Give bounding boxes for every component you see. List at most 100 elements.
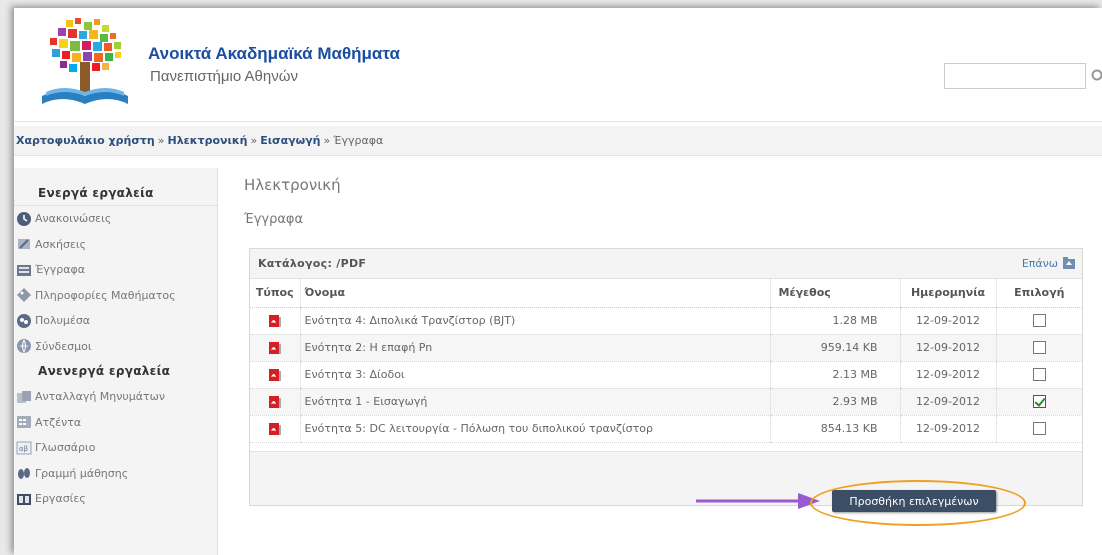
inactive-tools-heading: Ανενεργά εργαλεία <box>38 364 171 378</box>
select-checkbox[interactable] <box>1032 368 1046 382</box>
pdf-icon <box>268 314 281 327</box>
glossary-icon: αβ <box>16 441 32 455</box>
learning-path-icon <box>18 468 30 480</box>
file-type-cell <box>250 307 300 335</box>
up-link-label: Επάνω <box>1021 256 1058 270</box>
sidebar-item-label: Ασκήσεις <box>35 237 87 251</box>
sidebar-item-label: Εργασίες <box>35 492 86 505</box>
highlight-ring <box>810 480 1026 526</box>
select-checkbox-checked[interactable] <box>1032 395 1046 409</box>
file-date: 12-09-2012 <box>899 415 996 443</box>
table-row: Ενότητα 2: Η επαφή Pn 959.14 KB 12-09-20… <box>250 334 1082 362</box>
file-type-cell <box>250 388 300 416</box>
breadcrumb-course[interactable]: Ηλεκτρονική <box>167 134 247 147</box>
column-header-size[interactable]: Μέγεθος <box>769 279 900 308</box>
assignments-icon <box>17 493 31 505</box>
table-row: Ενότητα 5: DC λειτουργία - Πόλωση του δι… <box>250 415 1082 443</box>
file-name-link[interactable]: Ενότητα 3: Δίοδοι <box>299 361 770 389</box>
sidebar-item-glossary[interactable]: αβ Γλωσσάριο <box>14 435 217 461</box>
table-header-row: Τύπος Όνομα Μέγεθος Ημερομηνία Επιλογή <box>250 279 1082 308</box>
documents-icon <box>17 264 31 276</box>
breadcrumb-separator: » <box>323 134 331 147</box>
pdf-icon <box>268 368 281 381</box>
site-title[interactable]: Ανοικτά Ακαδημαϊκά Μαθήματα <box>148 44 400 64</box>
sidebar: Ενεργά εργαλεία Ανακοινώσεις Ασκήσεις Έγ… <box>14 168 218 555</box>
breadcrumb-separator: » <box>157 134 165 147</box>
select-cell <box>995 388 1082 416</box>
breadcrumb-separator: » <box>250 134 258 147</box>
breadcrumb-intro[interactable]: Εισαγωγή <box>260 134 320 147</box>
documents-panel: Κατάλογος: /PDF Επάνω Τύπος Όνομα Μέγεθο… <box>249 248 1083 506</box>
sidebar-item-assignments[interactable]: Εργασίες <box>14 486 217 512</box>
directory-label: Κατάλογος: /PDF <box>258 257 367 270</box>
exercises-icon <box>18 239 30 250</box>
sidebar-item-exercises[interactable]: Ασκήσεις <box>14 232 217 258</box>
pdf-icon <box>268 341 281 354</box>
sidebar-item-label: Πληροφορίες Μαθήματος <box>35 288 176 302</box>
sidebar-item-messages[interactable]: Ανταλλαγή Μηνυμάτων <box>14 384 217 410</box>
sidebar-item-label: Γραμμή μάθησης <box>35 466 129 480</box>
course-info-icon <box>17 288 31 303</box>
sidebar-item-announcements[interactable]: Ανακοινώσεις <box>14 206 217 232</box>
section-title: Έγγραφα <box>244 212 304 227</box>
file-size: 2.93 MB <box>769 388 900 416</box>
search-input[interactable] <box>944 63 1086 89</box>
active-tools-heading: Ενεργά εργαλεία <box>14 181 217 206</box>
sidebar-item-course-info[interactable]: Πληροφορίες Μαθήματος <box>14 283 217 309</box>
sidebar-item-multimedia[interactable]: Πολυμέσα <box>14 308 217 334</box>
file-date: 12-09-2012 <box>899 307 996 335</box>
column-header-type[interactable]: Τύπος <box>250 279 300 308</box>
file-date: 12-09-2012 <box>899 361 996 389</box>
directory-bar: Κατάλογος: /PDF Επάνω <box>250 249 1082 279</box>
select-checkbox[interactable] <box>1032 314 1046 328</box>
tree-logo-icon[interactable] <box>22 16 150 114</box>
table-row: Ενότητα 3: Δίοδοι 2.13 MB 12-09-2012 <box>250 361 1082 389</box>
file-name-link[interactable]: Ενότητα 1 - Εισαγωγή <box>299 388 770 416</box>
select-cell <box>995 307 1082 335</box>
select-cell <box>995 415 1082 443</box>
agenda-icon <box>17 416 31 429</box>
file-type-cell <box>250 361 300 389</box>
column-header-name[interactable]: Όνομα <box>299 279 770 308</box>
file-name-link[interactable]: Ενότητα 2: Η επαφή Pn <box>299 334 770 362</box>
column-header-date[interactable]: Ημερομηνία <box>899 279 996 308</box>
file-date: 12-09-2012 <box>899 334 996 362</box>
file-name-link[interactable]: Ενότητα 5: DC λειτουργία - Πόλωση του δι… <box>299 415 770 443</box>
up-link[interactable]: Επάνω <box>1022 256 1076 270</box>
sidebar-item-agenda[interactable]: Ατζέντα <box>14 410 217 436</box>
sidebar-item-label: Ατζέντα <box>35 415 82 429</box>
file-size: 854.13 KB <box>769 415 900 443</box>
breadcrumb-portfolio[interactable]: Χαρτοφυλάκιο χρήστη <box>16 134 155 147</box>
sidebar-item-links[interactable]: Σύνδεσμοι <box>14 334 217 360</box>
file-name-link[interactable]: Ενότητα 4: Διπολικά Τρανζίστορ (BJT) <box>299 307 770 335</box>
file-size: 1.28 MB <box>769 307 900 335</box>
file-date: 12-09-2012 <box>899 388 996 416</box>
column-header-select: Επιλογή <box>995 279 1082 308</box>
breadcrumb: Χαρτοφυλάκιο χρήστη» Ηλεκτρονική» Εισαγωγή… <box>14 126 1102 156</box>
breadcrumb-current: Έγγραφα <box>333 134 384 147</box>
sidebar-item-label: Έγγραφα <box>35 263 85 276</box>
folder-up-icon <box>1063 257 1075 269</box>
course-title: Ηλεκτρονική <box>244 176 341 194</box>
select-checkbox[interactable] <box>1032 341 1046 355</box>
site-header: Ανοικτά Ακαδημαϊκά Μαθήματα Πανεπιστήμιο… <box>14 8 1102 122</box>
search-icon[interactable] <box>1090 67 1102 85</box>
file-size: 959.14 KB <box>769 334 900 362</box>
file-size: 2.13 MB <box>769 361 900 389</box>
app-window: Ανοικτά Ακαδημαϊκά Μαθήματα Πανεπιστήμιο… <box>14 8 1102 555</box>
messages-icon <box>17 390 31 403</box>
sidebar-item-label: Ανταλλαγή Μηνυμάτων <box>35 390 165 403</box>
files-table: Τύπος Όνομα Μέγεθος Ημερομηνία Επιλογή Ε… <box>250 279 1082 443</box>
select-checkbox[interactable] <box>1032 422 1046 436</box>
sidebar-item-learning-path[interactable]: Γραμμή μάθησης <box>14 461 217 487</box>
select-cell <box>995 334 1082 362</box>
site-subtitle: Πανεπιστήμιο Αθηνών <box>150 68 298 85</box>
select-cell <box>995 361 1082 389</box>
table-row: Ενότητα 4: Διπολικά Τρανζίστορ (BJT) 1.2… <box>250 307 1082 335</box>
sidebar-item-label: Σύνδεσμοι <box>35 339 92 353</box>
table-row: Ενότητα 1 - Εισαγωγή 2.93 MB 12-09-2012 <box>250 388 1082 416</box>
sidebar-item-label: Ανακοινώσεις <box>35 212 112 225</box>
file-type-cell <box>250 334 300 362</box>
sidebar-item-label: Γλωσσάριο <box>35 441 96 454</box>
sidebar-item-documents[interactable]: Έγγραφα <box>14 257 217 283</box>
